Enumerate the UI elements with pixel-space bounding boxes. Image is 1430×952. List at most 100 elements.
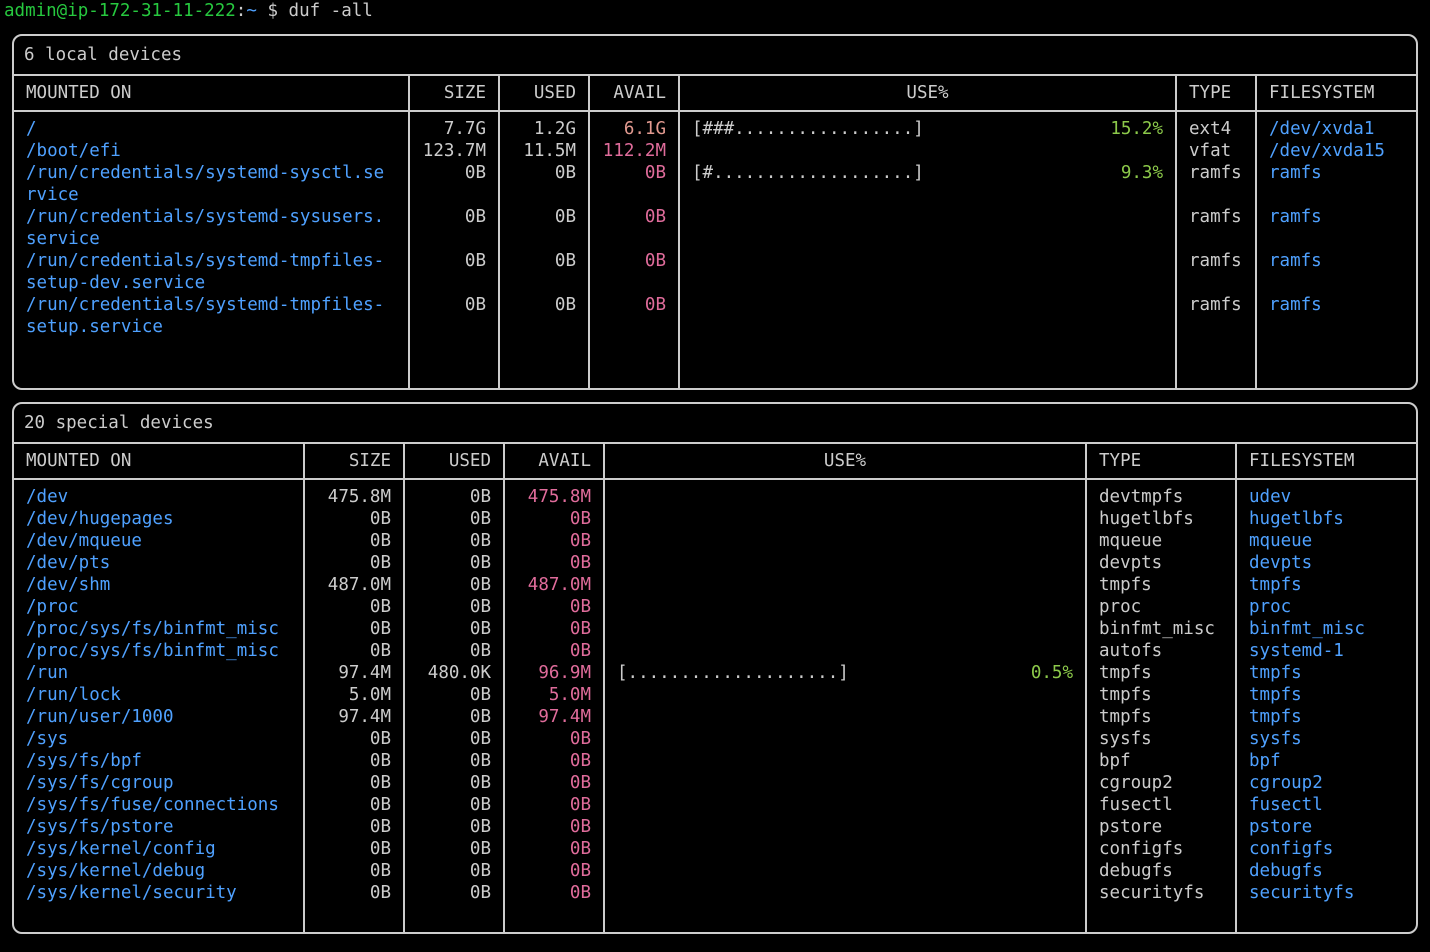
table-cell: 0B0B0B0B0B0B0B0B480.0K0B0B0B0B0B0B0B0B0B… xyxy=(404,479,504,932)
filesystem-value: tmpfs xyxy=(1249,707,1302,727)
use-cell: [....................] 0.5% xyxy=(617,662,1073,684)
table-row: /dev/dev/hugepages/dev/mqueue/dev/pts/de… xyxy=(14,479,1416,932)
used-value: 0B xyxy=(470,883,491,903)
used-value: 0B xyxy=(555,163,576,183)
column-header: TYPE xyxy=(1176,75,1256,111)
prompt-symbol: $ xyxy=(257,1,289,21)
type-value: sysfs xyxy=(1099,729,1152,749)
size-value: 0B xyxy=(465,163,486,183)
column-header: USE% xyxy=(604,443,1086,479)
used-value: 0B xyxy=(470,553,491,573)
type-value: hugetlbfs xyxy=(1099,509,1194,529)
type-value: tmpfs xyxy=(1099,663,1152,683)
type-value: debugfs xyxy=(1099,861,1173,881)
avail-value: 0B xyxy=(570,729,591,749)
used-value: 0B xyxy=(470,817,491,837)
avail-value: 0B xyxy=(570,795,591,815)
mount-path: /dev/hugepages xyxy=(26,509,174,529)
used-value: 0B xyxy=(470,531,491,551)
mount-path: /run/lock xyxy=(26,685,121,705)
used-value: 1.2G xyxy=(534,119,576,139)
size-value: 97.4M xyxy=(338,707,391,727)
column-header: MOUNTED ON xyxy=(14,75,409,111)
table-cell: /dev/xvda1/dev/xvda15ramfs ramfs ramfs r… xyxy=(1256,111,1416,388)
table-cell: 475.8M0B0B0B487.0M0B0B0B97.4M5.0M97.4M0B… xyxy=(304,479,404,932)
used-value: 0B xyxy=(470,861,491,881)
filesystem-value: tmpfs xyxy=(1249,685,1302,705)
type-value: ramfs xyxy=(1189,251,1242,271)
mount-path: /sys/kernel/debug xyxy=(26,861,205,881)
type-value: ramfs xyxy=(1189,207,1242,227)
filesystem-value: configfs xyxy=(1249,839,1333,859)
size-value: 0B xyxy=(370,883,391,903)
column-header: AVAIL xyxy=(504,443,604,479)
used-value: 0B xyxy=(555,207,576,227)
avail-value: 0B xyxy=(570,531,591,551)
usage-percent: 0.5% xyxy=(861,662,1073,684)
size-value: 0B xyxy=(370,861,391,881)
usage-percent: 9.3% xyxy=(936,162,1163,184)
filesystem-value: cgroup2 xyxy=(1249,773,1323,793)
type-value: ext4 xyxy=(1189,119,1231,139)
column-header: FILESYSTEM xyxy=(1256,75,1416,111)
avail-value: 0B xyxy=(570,817,591,837)
filesystem-value: devpts xyxy=(1249,553,1312,573)
filesystem-value: ramfs xyxy=(1269,163,1322,183)
filesystem-value: bpf xyxy=(1249,751,1281,771)
used-value: 0B xyxy=(470,575,491,595)
filesystem-value: /dev/xvda15 xyxy=(1269,141,1385,161)
terminal-output: admin@ip-172-31-11-222:~ $ duf -all 6 lo… xyxy=(0,0,1430,934)
prompt-user: admin@ip-172-31-11-222 xyxy=(4,1,236,21)
mount-path: /run/credentials/systemd-sysctl.se xyxy=(26,163,384,183)
used-value: 0B xyxy=(555,251,576,271)
mount-path: /sys/fs/fuse/connections xyxy=(26,795,279,815)
table-cell: [....................] 0.5% xyxy=(604,479,1086,932)
prompt-colon: : xyxy=(236,1,247,21)
column-header: USE% xyxy=(679,75,1176,111)
avail-value: 0B xyxy=(645,207,666,227)
usage-bar: [###.................] xyxy=(692,118,924,140)
filesystem-value: mqueue xyxy=(1249,531,1312,551)
size-value: 0B xyxy=(370,619,391,639)
size-value: 0B xyxy=(370,509,391,529)
avail-value: 97.4M xyxy=(538,707,591,727)
column-header: USED xyxy=(499,75,589,111)
mount-path: rvice xyxy=(26,185,79,205)
used-value: 0B xyxy=(470,685,491,705)
mount-path: /proc/sys/fs/binfmt_misc xyxy=(26,619,279,639)
mount-path: /proc xyxy=(26,597,79,617)
filesystem-value: ramfs xyxy=(1269,295,1322,315)
avail-value: 0B xyxy=(570,619,591,639)
type-value: mqueue xyxy=(1099,531,1162,551)
used-value: 0B xyxy=(555,295,576,315)
avail-value: 0B xyxy=(570,597,591,617)
size-value: 475.8M xyxy=(328,487,391,507)
usage-bar: [....................] xyxy=(617,662,849,684)
size-value: 97.4M xyxy=(338,663,391,683)
used-value: 0B xyxy=(470,487,491,507)
size-value: 0B xyxy=(370,795,391,815)
size-value: 487.0M xyxy=(328,575,391,595)
type-value: devpts xyxy=(1099,553,1162,573)
used-value: 0B xyxy=(470,729,491,749)
filesystem-value: securityfs xyxy=(1249,883,1354,903)
mount-path: /run/credentials/systemd-tmpfiles- xyxy=(26,251,384,271)
size-value: 0B xyxy=(370,729,391,749)
prompt-line: admin@ip-172-31-11-222:~ $ duf -all xyxy=(4,0,1426,22)
mount-path: / xyxy=(26,119,37,139)
type-value: tmpfs xyxy=(1099,707,1152,727)
size-value: 0B xyxy=(465,295,486,315)
mount-path: /dev/shm xyxy=(26,575,110,595)
avail-value: 0B xyxy=(645,251,666,271)
mount-path: /sys/fs/cgroup xyxy=(26,773,174,793)
type-value: ramfs xyxy=(1189,163,1242,183)
mount-path: /run/credentials/systemd-sysusers. xyxy=(26,207,384,227)
column-header: MOUNTED ON xyxy=(14,443,304,479)
mount-path: /sys/kernel/security xyxy=(26,883,237,903)
type-value: bpf xyxy=(1099,751,1131,771)
size-value: 0B xyxy=(370,641,391,661)
type-value: binfmt_misc xyxy=(1099,619,1215,639)
type-value: cgroup2 xyxy=(1099,773,1173,793)
mount-path: service xyxy=(26,229,100,249)
type-value: fusectl xyxy=(1099,795,1173,815)
